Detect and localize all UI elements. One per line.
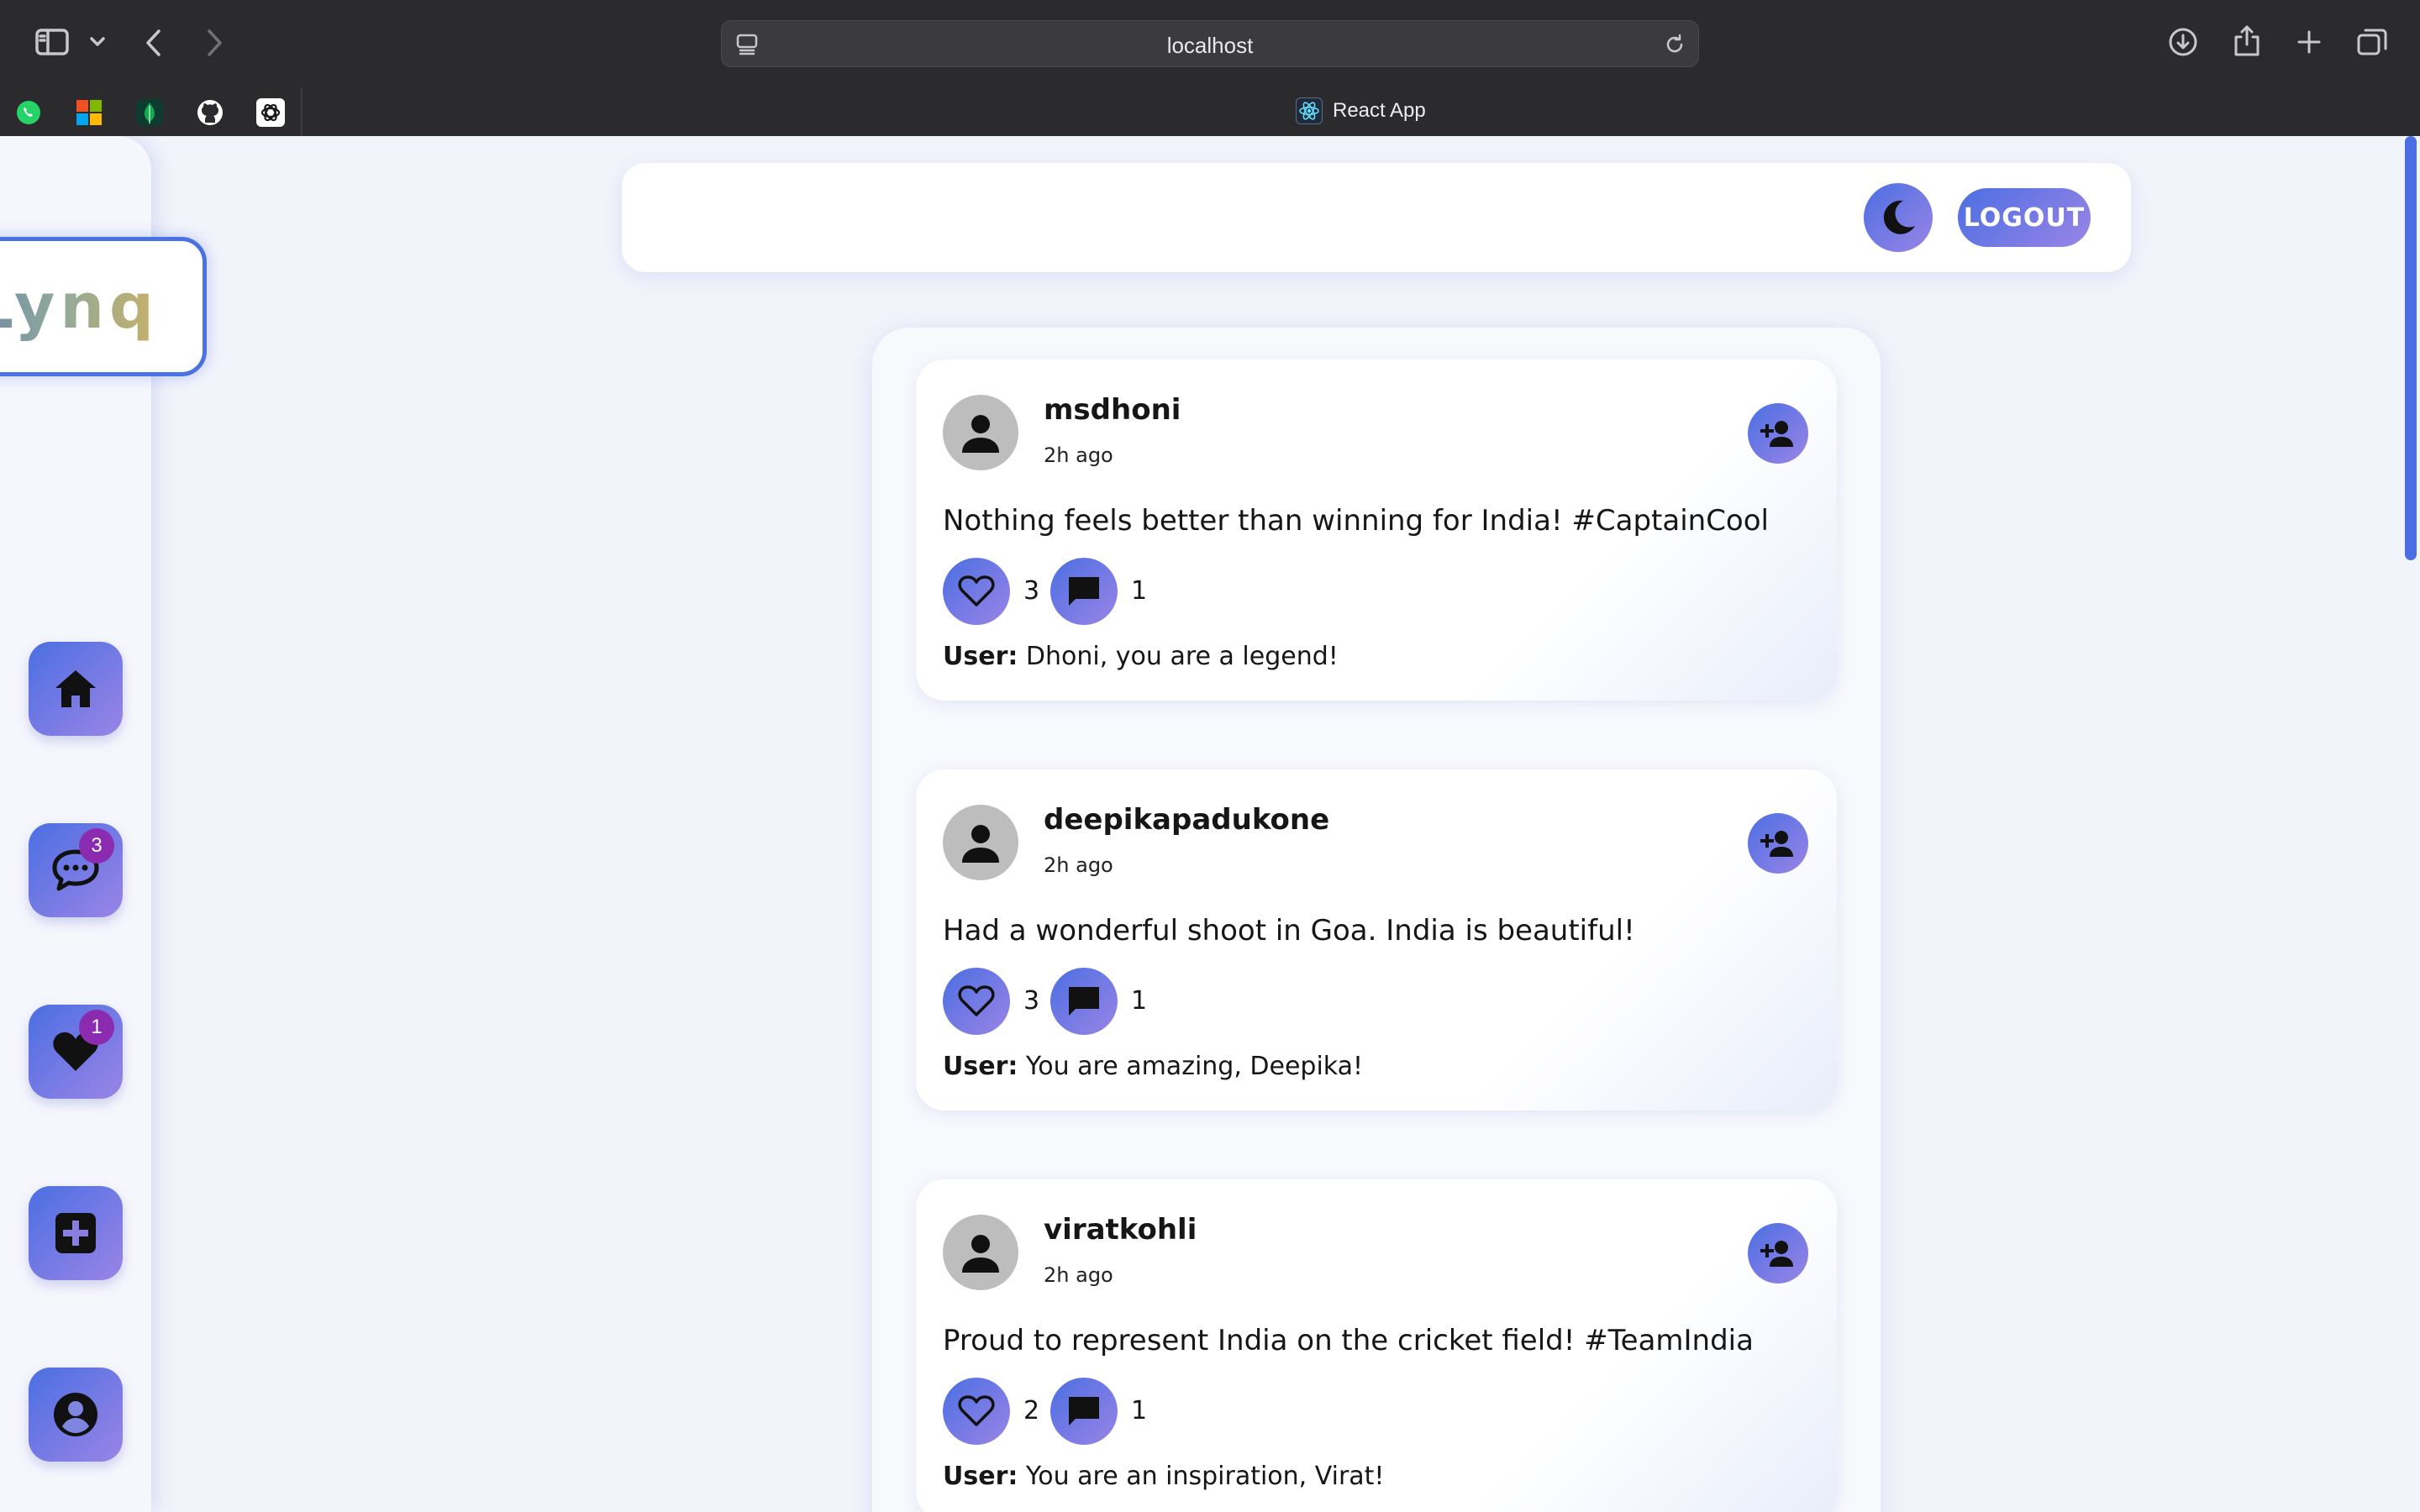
person-add-icon bbox=[1760, 831, 1793, 857]
post-card: viratkohli 2h ago Proud to represent Ind… bbox=[916, 1179, 1837, 1512]
bookmark-divider bbox=[301, 87, 302, 136]
sidebar-toggle-icon[interactable] bbox=[34, 27, 71, 57]
mongodb-icon[interactable] bbox=[129, 92, 170, 133]
comment-button[interactable] bbox=[1050, 1378, 1118, 1445]
sidebar: Lynq 3 1 bbox=[0, 136, 207, 1512]
comment-count: 1 bbox=[1131, 576, 1148, 606]
heart-outline-icon bbox=[958, 985, 995, 1016]
like-button[interactable] bbox=[943, 968, 1010, 1035]
nav-messages-button[interactable]: 3 bbox=[29, 823, 123, 917]
comment-icon bbox=[1069, 577, 1099, 606]
address-bar[interactable]: localhost bbox=[721, 20, 1699, 67]
app-logo[interactable]: Lynq bbox=[0, 237, 207, 376]
post-username[interactable]: msdhoni bbox=[1044, 393, 1181, 427]
comment-icon bbox=[1069, 1397, 1099, 1425]
messages-badge: 3 bbox=[79, 828, 114, 864]
tab-overview-icon[interactable] bbox=[2354, 25, 2390, 59]
moon-icon bbox=[1883, 200, 1915, 234]
chevron-down-icon[interactable] bbox=[87, 32, 108, 52]
comment-count: 1 bbox=[1131, 1396, 1148, 1425]
heart-outline-icon bbox=[958, 575, 995, 606]
user-silhouette-icon bbox=[962, 415, 999, 453]
whatsapp-icon[interactable] bbox=[8, 92, 49, 133]
comment-author: User: bbox=[943, 642, 1018, 671]
dark-mode-toggle[interactable] bbox=[1864, 183, 1933, 252]
person-add-icon bbox=[1760, 421, 1793, 447]
post-text: Proud to represent India on the cricket … bbox=[943, 1324, 1754, 1357]
page-viewport: Lynq 3 1 LOGOUT bbox=[0, 136, 2420, 1512]
follow-button[interactable] bbox=[1748, 1223, 1808, 1284]
like-count: 3 bbox=[1023, 576, 1040, 606]
openai-icon[interactable] bbox=[250, 92, 291, 133]
post-username[interactable]: viratkohli bbox=[1044, 1213, 1197, 1247]
plus-icon bbox=[55, 1213, 96, 1253]
like-count: 2 bbox=[1023, 1396, 1040, 1425]
comment-icon bbox=[1069, 987, 1099, 1016]
tab-title: React App bbox=[1333, 99, 1426, 122]
post-text: Had a wonderful shoot in Goa. India is b… bbox=[943, 914, 1635, 948]
nav-notifications-button[interactable]: 1 bbox=[29, 1005, 123, 1099]
post-username[interactable]: deepikapadukone bbox=[1044, 803, 1329, 837]
tab-react-app[interactable]: React App bbox=[1296, 97, 1426, 124]
new-tab-icon[interactable] bbox=[2292, 25, 2326, 59]
forward-icon[interactable] bbox=[202, 27, 227, 59]
user-silhouette-icon bbox=[962, 1235, 999, 1273]
react-icon bbox=[1296, 97, 1323, 124]
post-time: 2h ago bbox=[1044, 853, 1113, 877]
comment-button[interactable] bbox=[1050, 558, 1118, 625]
download-icon[interactable] bbox=[2166, 25, 2200, 59]
comment-count: 1 bbox=[1131, 986, 1148, 1016]
comment-author: User: bbox=[943, 1052, 1018, 1081]
person-add-icon bbox=[1760, 1241, 1793, 1267]
nav-create-button[interactable] bbox=[29, 1186, 123, 1280]
logout-button[interactable]: LOGOUT bbox=[1958, 188, 2091, 247]
comment-text: You are an inspiration, Virat! bbox=[1025, 1462, 1385, 1491]
nav-profile-button[interactable] bbox=[29, 1368, 123, 1462]
avatar[interactable] bbox=[943, 805, 1018, 880]
post-card: deepikapadukone 2h ago Had a wonderful s… bbox=[916, 769, 1837, 1110]
github-icon[interactable] bbox=[190, 92, 230, 133]
post-time: 2h ago bbox=[1044, 444, 1113, 467]
notifications-badge: 1 bbox=[79, 1010, 114, 1045]
comment-button[interactable] bbox=[1050, 968, 1118, 1035]
like-button[interactable] bbox=[943, 558, 1010, 625]
share-icon[interactable] bbox=[2230, 22, 2264, 59]
browser-chrome: localhost React App bbox=[0, 0, 2420, 136]
top-bar: LOGOUT bbox=[622, 163, 2131, 272]
avatar[interactable] bbox=[943, 1215, 1018, 1290]
nav-home-button[interactable] bbox=[29, 642, 123, 736]
home-icon bbox=[55, 670, 96, 707]
comment-text: Dhoni, you are a legend! bbox=[1025, 642, 1339, 671]
logo-text: Lynq bbox=[0, 270, 159, 343]
back-icon[interactable] bbox=[141, 27, 166, 59]
avatar[interactable] bbox=[943, 395, 1018, 470]
like-button[interactable] bbox=[943, 1378, 1010, 1445]
reload-icon[interactable] bbox=[1661, 31, 1688, 58]
post-text: Nothing feels better than winning for In… bbox=[943, 504, 1769, 538]
user-silhouette-icon bbox=[962, 825, 999, 863]
microsoft-icon[interactable] bbox=[69, 92, 109, 133]
comment-preview: User: Dhoni, you are a legend! bbox=[943, 642, 1339, 671]
follow-button[interactable] bbox=[1748, 403, 1808, 464]
page-scrollbar[interactable] bbox=[2405, 136, 2417, 560]
like-count: 3 bbox=[1023, 986, 1040, 1016]
post-time: 2h ago bbox=[1044, 1263, 1113, 1287]
comment-author: User: bbox=[943, 1462, 1018, 1491]
heart-outline-icon bbox=[958, 1395, 995, 1426]
comment-preview: User: You are an inspiration, Virat! bbox=[943, 1462, 1384, 1491]
comment-text: You are amazing, Deepika! bbox=[1025, 1052, 1364, 1081]
posts-feed: msdhoni 2h ago Nothing feels better than… bbox=[872, 328, 1881, 1512]
url-text[interactable]: localhost bbox=[722, 33, 1698, 59]
user-icon bbox=[54, 1393, 97, 1436]
comment-preview: User: You are amazing, Deepika! bbox=[943, 1052, 1363, 1081]
post-card: msdhoni 2h ago Nothing feels better than… bbox=[916, 360, 1837, 701]
follow-button[interactable] bbox=[1748, 813, 1808, 874]
